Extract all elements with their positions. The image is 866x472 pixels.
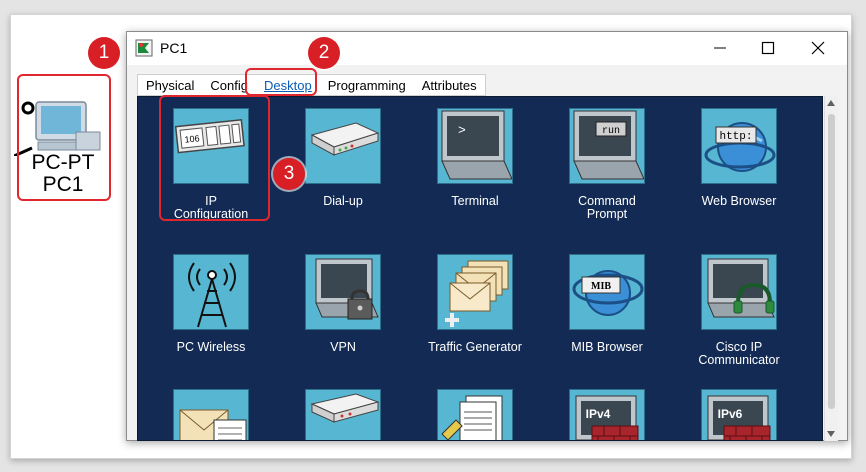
app-dial-up[interactable]: Dial-up [283, 108, 403, 208]
app-traffic-generator[interactable]: Traffic Generator [415, 254, 535, 354]
mib-browser-icon: MIB [569, 254, 645, 330]
app-label-line1: Traffic Generator [428, 340, 522, 354]
ipv6-firewall-icon: IPv6 [701, 389, 777, 440]
wireless-icon [173, 254, 249, 330]
maximize-icon [761, 41, 775, 55]
web-browser-http-text: http: [719, 131, 752, 143]
app-cisco-ip-communicator[interactable]: Cisco IP Communicator [679, 254, 799, 367]
app-ipv6-firewall[interactable]: IPv6 [679, 389, 799, 440]
app-label-line1: PC Wireless [176, 340, 246, 354]
window-title: PC1 [160, 40, 188, 56]
app-label: Web Browser [679, 195, 799, 208]
app-ipv4-firewall[interactable]: IPv4 [547, 389, 667, 440]
app-email[interactable] [151, 389, 271, 440]
scroll-thumb[interactable] [828, 114, 835, 409]
highlight-pc-device [17, 74, 111, 201]
app-label-line1: MIB Browser [571, 340, 643, 354]
app-pppoe-dialer[interactable] [283, 389, 403, 440]
app-label: PC Wireless [151, 341, 271, 354]
annotation-badge-1: 1 [88, 37, 120, 69]
minimize-button[interactable] [697, 32, 743, 65]
app-label-line1: Dial-up [323, 194, 363, 208]
text-editor-icon [437, 389, 513, 440]
packet-tracer-icon [135, 39, 153, 57]
app-label: Dial-up [283, 195, 403, 208]
pppoe-dialer-icon [305, 389, 381, 440]
minimize-icon [714, 47, 726, 49]
highlight-ip-configuration [159, 95, 270, 221]
email-icon [173, 389, 249, 440]
annotation-badge-2: 2 [308, 37, 340, 69]
ip-communicator-icon [701, 254, 777, 330]
close-button[interactable] [795, 32, 841, 65]
app-label: VPN [283, 341, 403, 354]
app-label-line1: Terminal [451, 194, 499, 208]
annotation-badge-3: 3 [273, 158, 305, 190]
vpn-icon [305, 254, 381, 330]
pc1-window: PC1 Physical Config Desktop Programming … [126, 31, 848, 441]
ipv4-firewall-text: IPv4 [586, 407, 611, 421]
app-label: MIB Browser [547, 341, 667, 354]
app-command-prompt[interactable]: run Command Prompt [547, 108, 667, 221]
app-label: Cisco IP Communicator [679, 341, 799, 367]
tab-programming[interactable]: Programming [320, 75, 414, 95]
modem-icon [305, 108, 381, 184]
title-bar[interactable]: PC1 [127, 32, 847, 65]
traffic-generator-icon [437, 254, 513, 330]
app-label-line1: Cisco IP Communicator [698, 340, 780, 367]
maximize-button[interactable] [745, 32, 791, 65]
terminal-prompt-glyph: > [458, 123, 466, 138]
close-icon [811, 41, 825, 55]
terminal-icon: > [437, 108, 513, 184]
tab-attributes[interactable]: Attributes [414, 75, 485, 95]
ipv6-firewall-text: IPv6 [718, 407, 743, 421]
web-browser-icon: http: [701, 108, 777, 184]
desktop-scrollbar[interactable] [824, 96, 838, 441]
app-label: Command Prompt [547, 195, 667, 221]
app-label: Terminal [415, 195, 535, 208]
scroll-up-icon[interactable] [827, 100, 835, 106]
app-vpn[interactable]: VPN [283, 254, 403, 354]
command-prompt-icon: run [569, 108, 645, 184]
scroll-down-icon[interactable] [827, 431, 835, 437]
app-label-line1: Web Browser [701, 194, 777, 208]
mib-browser-text: MIB [591, 281, 611, 292]
app-terminal[interactable]: > Terminal [415, 108, 535, 208]
app-text-editor[interactable] [415, 389, 535, 440]
ipv4-firewall-icon: IPv4 [569, 389, 645, 440]
highlight-desktop-tab [245, 68, 317, 96]
app-mib-browser[interactable]: MIB MIB Browser [547, 254, 667, 354]
command-prompt-run-text: run [602, 126, 620, 137]
app-label-line1: VPN [330, 340, 356, 354]
app-web-browser[interactable]: http: Web Browser [679, 108, 799, 208]
app-pc-wireless[interactable]: PC Wireless [151, 254, 271, 354]
app-label: Traffic Generator [415, 341, 535, 354]
tab-physical[interactable]: Physical [138, 75, 202, 95]
app-label-line2: Prompt [586, 207, 628, 221]
